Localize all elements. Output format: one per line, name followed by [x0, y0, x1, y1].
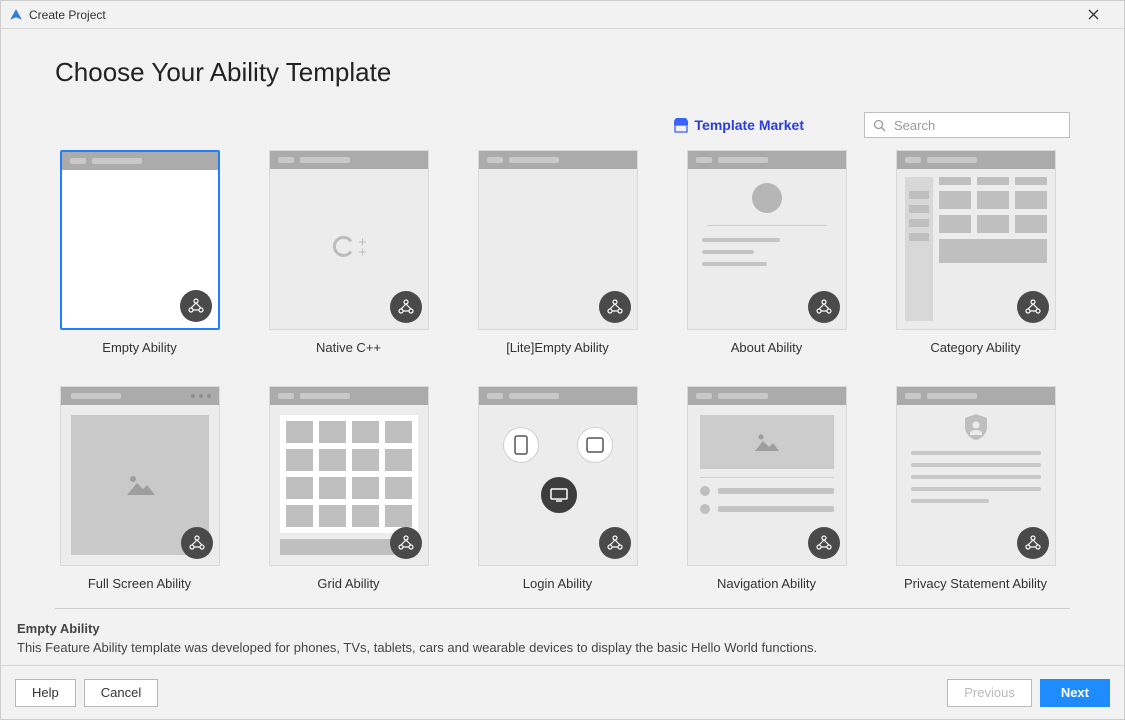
template-card-full-screen-ability[interactable]: Full Screen Ability — [55, 386, 224, 600]
template-card-navigation-ability[interactable]: Navigation Ability — [682, 386, 851, 600]
harmony-badge-icon — [1017, 291, 1049, 323]
content-area: Choose Your Ability Template Template Ma… — [1, 29, 1124, 600]
template-label: Empty Ability — [102, 340, 176, 355]
cpp-icon: ++ — [330, 233, 366, 259]
cancel-button[interactable]: Cancel — [84, 679, 158, 707]
template-card-about-ability[interactable]: About Ability — [682, 150, 851, 364]
harmony-badge-icon — [599, 291, 631, 323]
template-card-lite-empty-ability[interactable]: [Lite]Empty Ability — [473, 150, 642, 364]
template-preview[interactable] — [896, 386, 1056, 566]
template-label: [Lite]Empty Ability — [506, 340, 609, 355]
template-preview[interactable] — [478, 386, 638, 566]
template-preview[interactable] — [687, 150, 847, 330]
template-label: Native C++ — [316, 340, 381, 355]
harmony-badge-icon — [390, 527, 422, 559]
template-label: About Ability — [731, 340, 803, 355]
template-card-category-ability[interactable]: Category Ability — [891, 150, 1060, 364]
template-label: Privacy Statement Ability — [904, 576, 1047, 591]
close-button[interactable] — [1088, 9, 1116, 20]
template-card-empty-ability[interactable]: Empty Ability — [55, 150, 224, 364]
tablet-device-icon — [577, 427, 613, 463]
image-placeholder-icon — [700, 415, 834, 469]
template-preview[interactable] — [478, 150, 638, 330]
search-box[interactable] — [864, 112, 1070, 138]
template-preview[interactable] — [60, 150, 220, 330]
create-project-window: Create Project Choose Your Ability Templ… — [0, 0, 1125, 720]
app-logo-icon — [9, 8, 23, 22]
template-card-privacy-statement-ability[interactable]: Privacy Statement Ability — [891, 386, 1060, 600]
template-gallery[interactable]: Empty Ability ++ — [55, 150, 1070, 600]
template-card-grid-ability[interactable]: Grid Ability — [264, 386, 433, 600]
harmony-badge-icon — [808, 527, 840, 559]
next-button[interactable]: Next — [1040, 679, 1110, 707]
harmony-badge-icon — [181, 527, 213, 559]
template-card-native-cpp[interactable]: ++ Native C++ — [264, 150, 433, 364]
page-title: Choose Your Ability Template — [55, 57, 1070, 88]
harmony-badge-icon — [808, 291, 840, 323]
template-market-link[interactable]: Template Market — [673, 117, 804, 133]
phone-device-icon — [503, 427, 539, 463]
description-body: This Feature Ability template was develo… — [17, 640, 1070, 655]
template-market-label: Template Market — [695, 117, 804, 133]
template-preview[interactable] — [269, 386, 429, 566]
template-gallery-wrap: Empty Ability ++ — [55, 150, 1070, 600]
template-preview[interactable] — [687, 386, 847, 566]
search-icon — [873, 119, 886, 132]
window-title: Create Project — [29, 8, 106, 22]
template-preview[interactable] — [60, 386, 220, 566]
template-preview[interactable] — [896, 150, 1056, 330]
harmony-badge-icon — [390, 291, 422, 323]
template-description: Empty Ability This Feature Ability templ… — [1, 609, 1124, 665]
grid-icon — [280, 415, 418, 533]
footer: Help Cancel Previous Next — [1, 665, 1124, 719]
description-title: Empty Ability — [17, 621, 1070, 636]
avatar-placeholder-icon — [752, 183, 782, 213]
titlebar: Create Project — [1, 1, 1124, 29]
previous-button: Previous — [947, 679, 1032, 707]
harmony-badge-icon — [1017, 527, 1049, 559]
template-label: Navigation Ability — [717, 576, 816, 591]
template-label: Grid Ability — [317, 576, 379, 591]
template-label: Full Screen Ability — [88, 576, 191, 591]
privacy-shield-icon — [963, 413, 989, 441]
template-preview[interactable]: ++ — [269, 150, 429, 330]
harmony-badge-icon — [599, 527, 631, 559]
market-icon — [673, 117, 689, 133]
search-input[interactable] — [892, 117, 1072, 134]
harmony-badge-icon — [180, 290, 212, 322]
tv-device-icon — [541, 477, 577, 513]
help-button[interactable]: Help — [15, 679, 76, 707]
template-label: Login Ability — [523, 576, 592, 591]
template-label: Category Ability — [930, 340, 1020, 355]
template-card-login-ability[interactable]: Login Ability — [473, 386, 642, 600]
toolbar: Template Market — [55, 112, 1070, 138]
